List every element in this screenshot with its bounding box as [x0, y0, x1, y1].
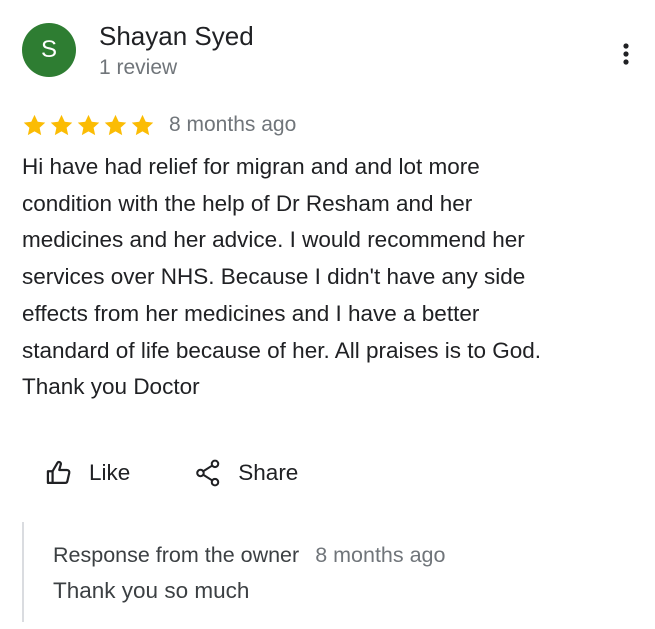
owner-response-time: 8 months ago	[315, 543, 446, 567]
thumbs-up-icon	[45, 459, 73, 487]
owner-response-text: Thank you so much	[53, 578, 250, 603]
rating-row: 8 months ago	[22, 110, 296, 140]
avatar[interactable]: S	[22, 23, 76, 77]
star-icon	[77, 114, 100, 135]
share-label: Share	[238, 460, 299, 485]
star-icon	[50, 114, 73, 135]
owner-response-title: Response from the owner	[53, 543, 300, 567]
star-icon	[104, 114, 127, 135]
owner-response: Response from the owner 8 months ago Tha…	[22, 522, 624, 622]
star-icon	[23, 114, 46, 135]
author-name[interactable]: Shayan Syed	[99, 20, 254, 52]
review-text: Hi have had relief for migran and and lo…	[22, 154, 542, 400]
avatar-initial: S	[40, 36, 57, 63]
author-review-count: 1 review	[99, 56, 178, 79]
star-rating	[22, 113, 155, 138]
review-time: 8 months ago	[169, 113, 297, 136]
more-options-button[interactable]	[612, 38, 640, 70]
owner-response-header: Response from the owner 8 months ago	[53, 541, 445, 569]
star-icon	[131, 114, 154, 135]
like-label: Like	[89, 460, 131, 485]
like-button[interactable]: Like	[45, 458, 130, 488]
review-actions: Like Share	[45, 455, 298, 491]
share-button[interactable]: Share	[195, 458, 298, 488]
share-icon	[195, 459, 221, 487]
more-vert-icon	[623, 43, 629, 65]
